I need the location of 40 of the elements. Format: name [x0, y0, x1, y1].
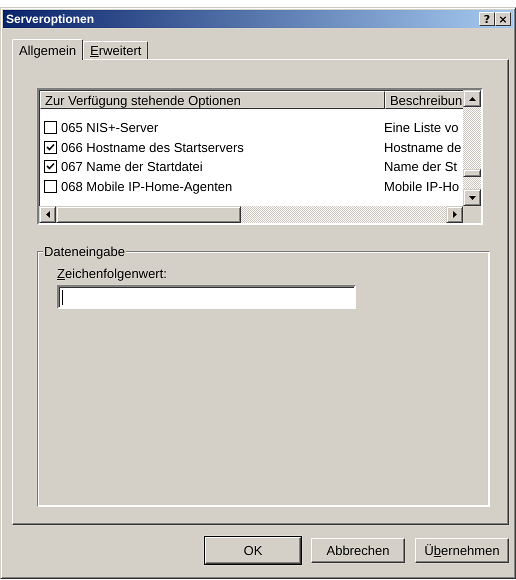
option-name: 065 NIS+-Server — [61, 120, 158, 136]
right-arrow-icon — [452, 211, 456, 218]
checkbox[interactable] — [44, 160, 57, 174]
tab[interactable]: Allgemein — [12, 39, 84, 60]
option-description: Eine Liste vo — [384, 120, 458, 136]
tab[interactable]: Erweitert — [83, 41, 148, 59]
window-title: Serveroptionen — [6, 12, 96, 26]
left-arrow-icon — [46, 211, 50, 218]
down-arrow-icon — [468, 196, 476, 200]
checkbox[interactable] — [44, 121, 57, 134]
dialog-button[interactable]: Übernehmen — [415, 538, 509, 563]
scroll-up-button[interactable] — [463, 90, 481, 107]
scroll-left-button[interactable] — [39, 206, 56, 223]
input-field[interactable] — [57, 285, 356, 309]
dialog-button[interactable]: Abbrechen — [311, 538, 405, 563]
column-header[interactable]: Beschreibun — [385, 91, 463, 109]
up-arrow-icon — [468, 96, 476, 100]
scroll-right-button[interactable] — [446, 206, 463, 223]
option-description: Mobile IP-Ho — [384, 178, 460, 194]
scroll-thumb[interactable] — [463, 169, 481, 177]
option-description: Hostname de — [384, 140, 462, 155]
dialog-button[interactable]: OK — [205, 537, 301, 564]
scroll-down-button[interactable] — [463, 189, 481, 206]
field-label: Zeichenfolgenwert: — [57, 266, 168, 281]
help-button[interactable]: ? — [479, 12, 495, 26]
scroll-thumb[interactable] — [56, 206, 241, 223]
group-title: Dateneingabe — [43, 244, 126, 259]
horizontal-scrollbar[interactable] — [39, 206, 463, 223]
option-name: 067 Name der Startdatei — [61, 159, 203, 174]
close-button[interactable]: × — [495, 12, 511, 26]
column-header[interactable]: Zur Verfügung stehende Optionen — [40, 91, 385, 109]
option-description: Name der St — [384, 159, 457, 174]
checkbox[interactable] — [44, 140, 57, 154]
checkbox[interactable] — [44, 180, 57, 193]
scrollbar-corner — [463, 206, 481, 223]
option-name: 066 Hostname des Startservers — [61, 140, 244, 155]
check-icon — [46, 142, 55, 152]
check-icon — [46, 162, 55, 172]
option-name: 068 Mobile IP-Home-Agenten — [61, 178, 232, 194]
vertical-scrollbar[interactable] — [463, 90, 481, 206]
